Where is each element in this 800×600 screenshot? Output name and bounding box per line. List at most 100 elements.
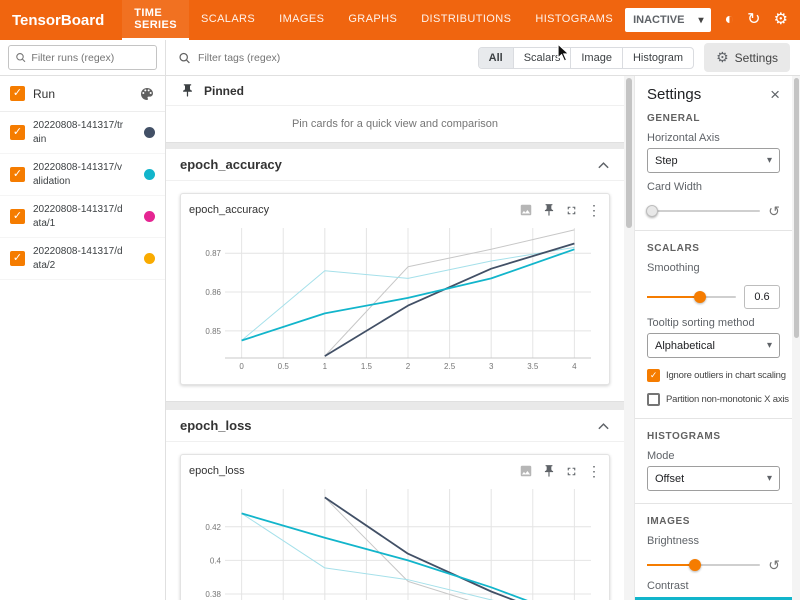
tab-distributions[interactable]: DISTRIBUTIONS xyxy=(409,0,523,40)
image-fit-icon[interactable] xyxy=(519,203,533,217)
palette-icon[interactable] xyxy=(139,86,155,102)
histogram-mode-select[interactable]: Offset ▾ xyxy=(647,466,780,491)
slider-knob[interactable] xyxy=(694,291,706,303)
epoch-accuracy-chart[interactable]: 00.511.522.533.540.850.860.87 xyxy=(189,220,601,378)
run-color-dot xyxy=(144,253,155,264)
svg-text:0: 0 xyxy=(239,362,244,371)
svg-text:0.86: 0.86 xyxy=(205,288,221,297)
histogram-mode-label: Mode xyxy=(647,450,780,462)
search-icon xyxy=(15,51,26,64)
run-checkbox[interactable]: ✓ xyxy=(10,167,25,182)
slider-track[interactable] xyxy=(647,296,736,298)
tab-histograms[interactable]: HISTOGRAMS xyxy=(523,0,625,40)
pinned-section-header: Pinned xyxy=(166,76,624,106)
contrast-label: Contrast xyxy=(647,580,780,592)
slider-track[interactable] xyxy=(647,210,760,212)
svg-text:1: 1 xyxy=(323,362,328,371)
filter-pill-image[interactable]: Image xyxy=(570,48,622,68)
epoch-loss-chart[interactable]: 00.511.522.533.540.360.380.40.42 xyxy=(189,481,601,600)
histograms-heading: HISTOGRAMS xyxy=(647,431,780,442)
svg-text:2: 2 xyxy=(406,362,411,371)
fullscreen-icon[interactable] xyxy=(565,204,578,217)
card-actions: ⋮ xyxy=(519,464,601,478)
search-icon xyxy=(178,51,191,65)
run-checkbox[interactable]: ✓ xyxy=(10,251,25,266)
pinned-label: Pinned xyxy=(204,84,244,98)
settings-button[interactable]: ⚙ Settings xyxy=(704,43,790,72)
reset-icon[interactable]: ↺ xyxy=(768,558,780,572)
ignore-outliers-checkbox[interactable]: ✓ Ignore outliers in chart scaling xyxy=(647,369,780,382)
gear-icon: ⚙ xyxy=(716,49,729,66)
run-row-validation[interactable]: ✓ 20220808-141317/validation xyxy=(0,154,165,196)
tooltip-sorting-select[interactable]: Alphabetical ▾ xyxy=(647,333,780,358)
pin-icon[interactable] xyxy=(542,203,556,217)
reset-icon[interactable]: ↺ xyxy=(768,204,780,218)
image-fit-icon[interactable] xyxy=(519,464,533,478)
main-nav: TIME SERIES SCALARS IMAGES GRAPHS DISTRI… xyxy=(122,0,625,40)
runs-filter-box[interactable] xyxy=(8,45,157,70)
gear-icon[interactable]: ⚙ xyxy=(774,12,788,28)
horizontal-axis-select[interactable]: Step ▾ xyxy=(647,148,780,173)
section-epoch-loss: epoch_loss epoch_loss xyxy=(166,410,624,600)
section-header-epoch-accuracy[interactable]: epoch_accuracy xyxy=(166,149,624,181)
more-options-icon[interactable]: ⋮ xyxy=(587,464,601,478)
svg-text:0.85: 0.85 xyxy=(205,327,221,336)
tab-time-series[interactable]: TIME SERIES xyxy=(122,0,189,40)
filter-pill-scalars[interactable]: Scalars xyxy=(513,48,571,68)
select-all-runs-checkbox[interactable]: ✓ xyxy=(10,86,25,101)
horizontal-axis-label: Horizontal Axis xyxy=(647,132,780,144)
more-options-icon[interactable]: ⋮ xyxy=(587,203,601,217)
tab-graphs[interactable]: GRAPHS xyxy=(336,0,409,40)
card-area: epoch_accuracy ⋮ xyxy=(166,181,624,402)
chevron-up-icon[interactable] xyxy=(597,160,610,170)
run-checkbox[interactable]: ✓ xyxy=(10,125,25,140)
theme-toggle-icon[interactable]: ◐ xyxy=(724,12,734,28)
slider-track[interactable] xyxy=(647,564,760,566)
svg-text:4: 4 xyxy=(572,362,577,371)
chevron-up-icon[interactable] xyxy=(597,421,610,431)
tab-scalars[interactable]: SCALARS xyxy=(189,0,267,40)
settings-panel-title: Settings xyxy=(647,86,701,103)
run-color-dot xyxy=(144,127,155,138)
svg-text:0.5: 0.5 xyxy=(278,362,290,371)
reload-status-dropdown[interactable]: INACTIVE ▾ xyxy=(625,8,711,32)
chevron-down-icon: ▾ xyxy=(767,473,772,484)
run-row-data-1[interactable]: ✓ 20220808-141317/data/1 xyxy=(0,196,165,238)
tab-images[interactable]: IMAGES xyxy=(267,0,336,40)
tensorboard-app: TensorBoard TIME SERIES SCALARS IMAGES G… xyxy=(0,0,800,600)
smoothing-label: Smoothing xyxy=(647,262,780,274)
chevron-down-icon: ▾ xyxy=(767,340,772,351)
card-width-slider: ↺ xyxy=(647,204,780,218)
divider xyxy=(635,418,792,419)
refresh-icon[interactable]: ↻ xyxy=(747,12,760,28)
filter-pill-all[interactable]: All xyxy=(479,48,513,68)
scalar-card-epoch-accuracy: epoch_accuracy ⋮ xyxy=(180,193,610,385)
section-epoch-accuracy: epoch_accuracy epoch_accuracy xyxy=(166,149,624,402)
smoothing-value-input[interactable]: 0.6 xyxy=(744,285,780,309)
pin-icon[interactable] xyxy=(542,464,556,478)
section-header-epoch-loss[interactable]: epoch_loss xyxy=(166,410,624,442)
run-color-dot xyxy=(144,169,155,180)
scrollbar-thumb[interactable] xyxy=(794,78,799,338)
tags-filter-input[interactable] xyxy=(198,52,466,64)
scrollbar-thumb[interactable] xyxy=(626,78,632,228)
topbar-actions: INACTIVE ▾ ◐ ↻ ⚙ ? xyxy=(625,8,800,32)
divider xyxy=(635,230,792,231)
partition-x-axis-checkbox[interactable]: Partition non-monotonic X axis i xyxy=(647,393,780,406)
top-app-bar: TensorBoard TIME SERIES SCALARS IMAGES G… xyxy=(0,0,800,40)
runs-filter-input[interactable] xyxy=(31,52,150,64)
brightness-label: Brightness xyxy=(647,535,780,547)
run-row-data-2[interactable]: ✓ 20220808-141317/data/2 xyxy=(0,238,165,280)
settings-scrollbar xyxy=(792,76,800,600)
slider-knob[interactable] xyxy=(646,205,658,217)
run-checkbox[interactable]: ✓ xyxy=(10,209,25,224)
cards-panel: Pinned Pin cards for a quick view and co… xyxy=(166,76,624,600)
tags-filter-box[interactable] xyxy=(166,40,478,75)
filter-pill-histogram[interactable]: Histogram xyxy=(622,48,693,68)
slider-knob[interactable] xyxy=(689,559,701,571)
run-row-train[interactable]: ✓ 20220808-141317/train xyxy=(0,112,165,154)
status-label: INACTIVE xyxy=(633,14,684,26)
checkbox-icon xyxy=(647,393,660,406)
fullscreen-icon[interactable] xyxy=(565,465,578,478)
close-icon[interactable]: × xyxy=(770,86,780,103)
